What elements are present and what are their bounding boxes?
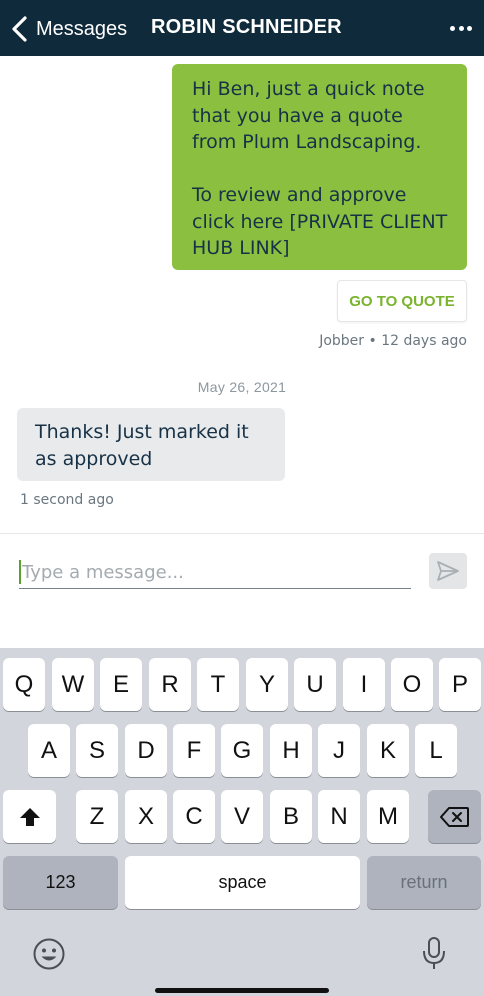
on-screen-keyboard: Q W E R T Y U I O P A S D F G H J K L Z … (0, 648, 484, 996)
return-key[interactable]: return (367, 856, 481, 909)
key-f[interactable]: F (173, 724, 215, 777)
emoji-button[interactable] (32, 937, 66, 975)
backspace-key[interactable] (428, 790, 481, 843)
key-i[interactable]: I (343, 658, 385, 711)
text-cursor (19, 560, 21, 584)
key-y[interactable]: Y (246, 658, 288, 711)
key-a[interactable]: A (28, 724, 70, 777)
emoji-icon (33, 938, 65, 970)
more-icon (450, 25, 455, 31)
outgoing-message-meta: Jobber • 12 days ago (319, 333, 467, 349)
key-b[interactable]: B (270, 790, 312, 843)
message-composer (0, 533, 484, 649)
send-button[interactable] (429, 553, 467, 589)
key-r[interactable]: R (149, 658, 191, 711)
key-q[interactable]: Q (3, 658, 45, 711)
key-u[interactable]: U (294, 658, 336, 711)
back-button[interactable]: Messages (10, 14, 127, 44)
go-to-quote-button[interactable]: GO TO QUOTE (337, 280, 467, 322)
key-h[interactable]: H (270, 724, 312, 777)
space-key[interactable]: space (125, 856, 360, 909)
key-t[interactable]: T (197, 658, 239, 711)
microphone-button[interactable] (420, 936, 448, 976)
message-input-wrapper (19, 556, 411, 589)
backspace-icon (439, 806, 469, 827)
key-x[interactable]: X (125, 790, 167, 843)
shift-icon (19, 807, 40, 826)
key-s[interactable]: S (76, 724, 118, 777)
back-chevron-icon (12, 16, 27, 42)
message-input[interactable] (22, 558, 407, 586)
key-c[interactable]: C (173, 790, 215, 843)
microphone-icon (423, 937, 445, 969)
key-e[interactable]: E (100, 658, 142, 711)
chat-header: Messages ROBIN SCHNEIDER (0, 0, 484, 56)
key-l[interactable]: L (415, 724, 457, 777)
key-m[interactable]: M (367, 790, 409, 843)
home-indicator (155, 988, 329, 993)
key-j[interactable]: J (318, 724, 360, 777)
key-n[interactable]: N (318, 790, 360, 843)
more-options-button[interactable] (450, 20, 472, 36)
key-p[interactable]: P (439, 658, 481, 711)
send-icon (437, 561, 459, 581)
contact-name-title: ROBIN SCHNEIDER (151, 16, 342, 38)
incoming-message-bubble: Thanks! Just marked it as approved (17, 408, 285, 481)
outgoing-message-bubble: Hi Ben, just a quick note that you have … (172, 64, 467, 270)
shift-key[interactable] (3, 790, 56, 843)
key-w[interactable]: W (52, 658, 94, 711)
key-g[interactable]: G (221, 724, 263, 777)
key-o[interactable]: O (391, 658, 433, 711)
key-z[interactable]: Z (76, 790, 118, 843)
key-d[interactable]: D (125, 724, 167, 777)
back-label: Messages (36, 17, 128, 40)
key-v[interactable]: V (221, 790, 263, 843)
numbers-key[interactable]: 123 (3, 856, 118, 909)
incoming-message-meta: 1 second ago (20, 492, 114, 508)
date-separator: May 26, 2021 (197, 379, 287, 395)
key-k[interactable]: K (367, 724, 409, 777)
